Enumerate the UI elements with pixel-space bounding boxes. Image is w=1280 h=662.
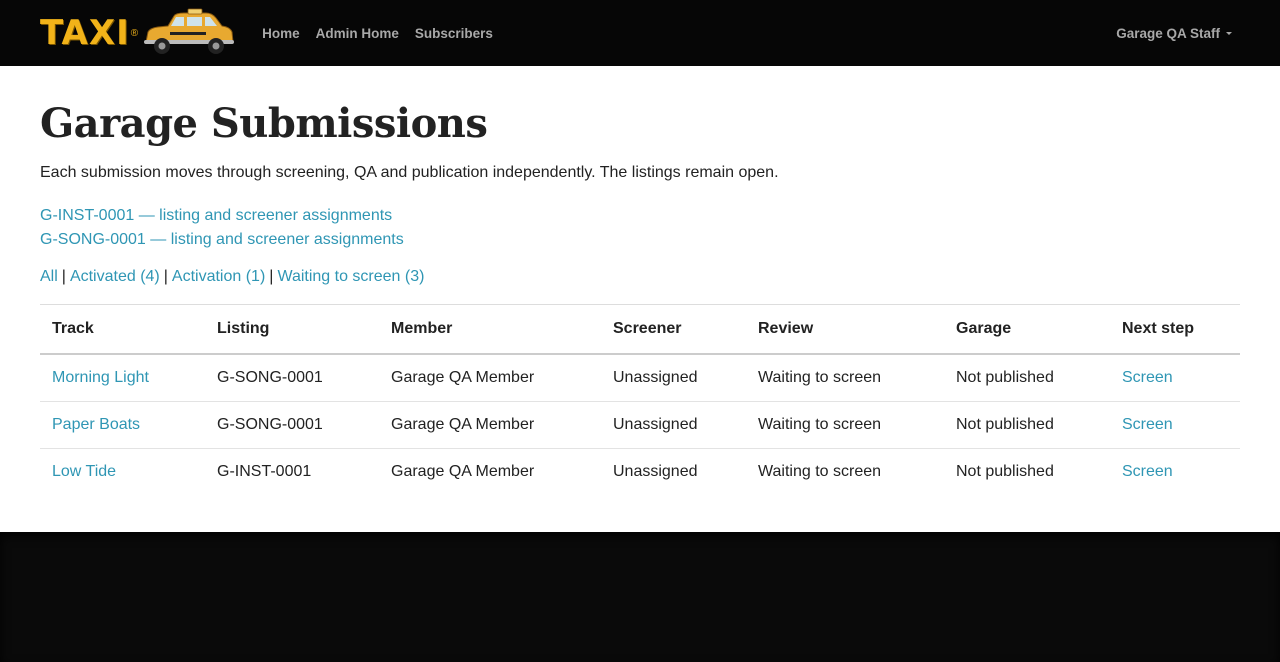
cell-screener: Unassigned [601, 401, 746, 449]
main-content: Garage Submissions Each submission moves… [0, 66, 1280, 532]
screen-link[interactable]: Screen [1122, 416, 1173, 433]
cell-track: Paper Boats [40, 401, 205, 449]
user-menu-label: Garage QA Staff [1116, 25, 1220, 41]
table-row: Low Tide G-INST-0001 Garage QA Member Un… [40, 449, 1240, 496]
taxi-car-icon [144, 8, 235, 54]
filter-activated[interactable]: Activated (4) [70, 268, 160, 285]
taxi-logo[interactable]: TAXI ® [40, 0, 236, 66]
col-header-screener: Screener [601, 304, 746, 355]
page-footer [0, 532, 1280, 662]
nav-link-admin-home[interactable]: Admin Home [316, 26, 399, 41]
submissions-table: Track Listing Member Screener Review Gar… [40, 304, 1240, 495]
track-link[interactable]: Paper Boats [52, 416, 140, 433]
cell-garage: Not published [944, 354, 1110, 402]
top-navbar: TAXI ® Home Admin Home Subscribers Garag… [0, 0, 1280, 66]
col-header-next-step: Next step [1110, 304, 1240, 355]
cell-screener: Unassigned [613, 463, 698, 480]
status-filters: All | Activated (4) | Activation (1) | Waiting… [40, 268, 1240, 286]
col-header-track: Track [40, 304, 205, 355]
user-menu-dropdown[interactable]: Garage QA Staff [1116, 0, 1232, 66]
filter-activation[interactable]: Activation (1) [172, 268, 265, 285]
col-header-listing: Listing [205, 304, 379, 355]
cell-listing: G-SONG-0001 [205, 354, 379, 402]
filter-separator: | [269, 268, 274, 285]
cell-review: Waiting to screen [746, 354, 944, 402]
table-header-row: Track Listing Member Screener Review Gar… [40, 304, 1240, 355]
cell-next-step: Screen [1110, 354, 1240, 402]
nav-links: Home Admin Home Subscribers [262, 26, 509, 41]
col-header-member: Member [379, 304, 601, 355]
cell-member: Garage QA Member [391, 463, 535, 480]
nav-link-subscribers[interactable]: Subscribers [415, 26, 493, 41]
track-link[interactable]: Low Tide [52, 463, 116, 480]
caret-down-icon [1226, 32, 1232, 35]
cell-review: Waiting to screen [758, 463, 882, 480]
logo-registered-mark: ® [130, 27, 139, 39]
cell-listing: G-INST-0001 [217, 463, 312, 480]
filter-separator: | [163, 268, 168, 285]
cell-track: Low Tide [40, 449, 205, 496]
cell-member: Garage QA Member [379, 401, 601, 449]
cell-next-step: Screen [1110, 401, 1240, 449]
cell-garage: Not published [956, 463, 1054, 480]
filter-all[interactable]: All [40, 268, 58, 285]
page-intro: Each submission moves through screening,… [40, 164, 779, 181]
logo-text: TAXI [40, 13, 130, 53]
screen-link[interactable]: Screen [1122, 463, 1173, 480]
col-header-garage: Garage [944, 304, 1110, 355]
screen-link[interactable]: Screen [1122, 369, 1173, 386]
listing-link-g-inst-0001[interactable]: G-INST-0001 — listing and screener assig… [40, 204, 1240, 228]
track-link[interactable]: Morning Light [52, 369, 149, 386]
cell-screener: Unassigned [601, 354, 746, 402]
filter-separator: | [61, 268, 66, 285]
table-row: Paper Boats G-SONG-0001 Garage QA Member… [40, 401, 1240, 449]
filter-waiting-to-screen[interactable]: Waiting to screen (3) [277, 268, 424, 285]
listing-links: G-INST-0001 — listing and screener assig… [40, 204, 1240, 252]
cell-review: Waiting to screen [746, 401, 944, 449]
page-title: Garage Submissions [40, 100, 488, 147]
cell-listing: G-SONG-0001 [205, 401, 379, 449]
col-header-review: Review [746, 304, 944, 355]
listing-link-g-song-0001[interactable]: G-SONG-0001 — listing and screener assig… [40, 228, 1240, 252]
nav-link-home[interactable]: Home [262, 26, 300, 41]
table-row: Morning Light G-SONG-0001 Garage QA Memb… [40, 354, 1240, 402]
cell-next-step: Screen [1110, 449, 1240, 496]
cell-member: Garage QA Member [379, 354, 601, 402]
cell-track: Morning Light [40, 354, 205, 402]
cell-garage: Not published [944, 401, 1110, 449]
